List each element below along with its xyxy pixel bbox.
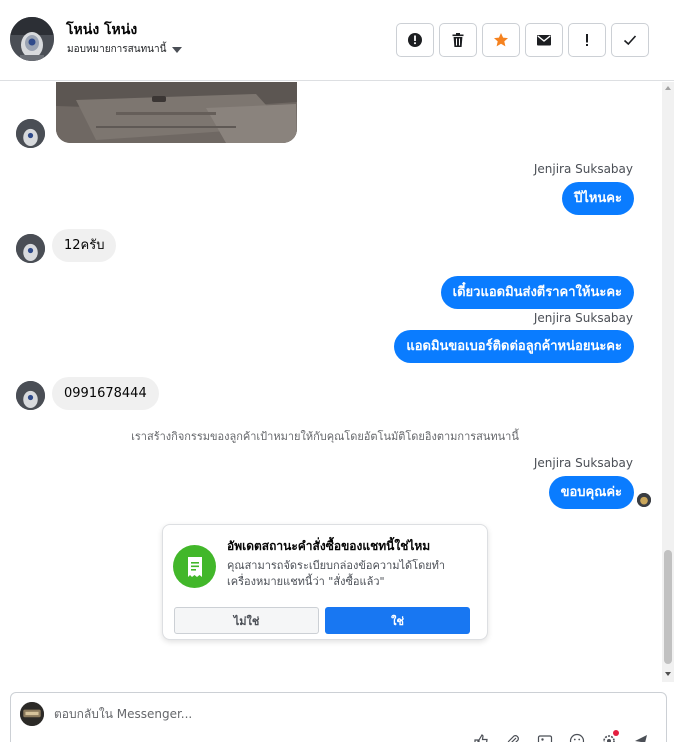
mark-important-button[interactable] xyxy=(568,23,606,57)
mark-unread-button[interactable] xyxy=(525,23,563,57)
scroll-up-arrow-icon[interactable] xyxy=(665,86,671,90)
outgoing-message[interactable]: แอดมินขอเบอร์ติดต่อลูกค้าหน่อยนะคะ xyxy=(394,330,634,363)
exclamation-icon xyxy=(586,34,588,46)
receipt-icon xyxy=(173,545,216,588)
contact-avatar-small xyxy=(16,234,45,263)
assign-conversation-dropdown[interactable]: มอบหมายการสนทนานี้ xyxy=(67,42,183,57)
thread-scrollbar[interactable] xyxy=(662,82,674,682)
like-icon[interactable] xyxy=(473,733,489,742)
reply-composer xyxy=(10,692,667,742)
outgoing-message[interactable]: เดี๋ยวแอดมินส่งตีราคาให้นะคะ xyxy=(440,276,634,309)
outgoing-message[interactable]: ปีไหนคะ xyxy=(562,182,634,215)
reply-input[interactable] xyxy=(54,704,634,724)
scroll-down-arrow-icon[interactable] xyxy=(665,672,671,676)
system-notice: เราสร้างกิจกรรมของลูกค้าเป้าหมายให้กับคุ… xyxy=(131,430,519,443)
report-button[interactable] xyxy=(396,23,434,57)
incoming-message[interactable]: 0991678444 xyxy=(52,377,159,410)
conversation-toolbar xyxy=(396,23,649,57)
incoming-message[interactable]: 12ครับ xyxy=(52,229,117,262)
star-button[interactable] xyxy=(482,23,520,57)
alert-circle-icon xyxy=(408,33,422,47)
trash-icon xyxy=(452,33,464,47)
seen-indicator-avatar xyxy=(637,493,651,507)
messenger-inbox-window: โหน่ง โหน่ง มอบหมายการสนทนานี้ Jenjira S… xyxy=(0,0,674,742)
mark-done-button[interactable] xyxy=(611,23,649,57)
emoji-icon[interactable] xyxy=(569,733,585,742)
card-body: คุณสามารถจัดระเบียบกล่องข้อความได้โดยทำเ… xyxy=(227,559,446,588)
sender-name: Jenjira Suksabay xyxy=(533,456,633,470)
no-button[interactable]: ไม่ใช่ xyxy=(174,607,319,634)
page-avatar xyxy=(20,702,44,726)
conversation-header: โหน่ง โหน่ง มอบหมายการสนทนานี้ xyxy=(0,0,674,81)
contact-avatar-small xyxy=(16,119,45,148)
envelope-icon xyxy=(537,35,551,46)
caret-down-icon xyxy=(172,46,183,53)
outgoing-message[interactable]: ขอบคุณค่ะ xyxy=(548,476,634,509)
send-icon[interactable] xyxy=(633,733,649,742)
contact-avatar[interactable] xyxy=(10,17,54,61)
attachment-icon[interactable] xyxy=(505,733,521,742)
order-status-prompt-card: อัพเดตสถานะคำสั่งซื้อของแชทนี้ใช่ไหม คุณ… xyxy=(162,524,488,640)
assign-label: มอบหมายการสนทนานี้ xyxy=(67,44,167,55)
notification-dot xyxy=(613,730,619,736)
sender-name: Jenjira Suksabay xyxy=(533,162,633,176)
contact-avatar-small xyxy=(16,381,45,410)
star-icon xyxy=(494,33,508,47)
checkmark-icon xyxy=(623,35,637,46)
delete-button[interactable] xyxy=(439,23,477,57)
image-icon[interactable] xyxy=(537,733,553,742)
sender-name: Jenjira Suksabay xyxy=(533,311,633,325)
composer-toolbar xyxy=(473,730,649,742)
yes-button[interactable]: ใช่ xyxy=(325,607,470,634)
card-title: อัพเดตสถานะคำสั่งซื้อของแชทนี้ใช่ไหม xyxy=(227,539,431,553)
gear-icon[interactable] xyxy=(601,730,619,742)
message-thread[interactable]: Jenjira Suksabay ปีไหนคะ 12ครับ เดี๋ยวแอ… xyxy=(0,82,662,682)
contact-name[interactable]: โหน่ง โหน่ง xyxy=(66,19,137,41)
scrollbar-thumb[interactable] xyxy=(664,550,672,664)
photo-attachment[interactable] xyxy=(56,82,297,143)
